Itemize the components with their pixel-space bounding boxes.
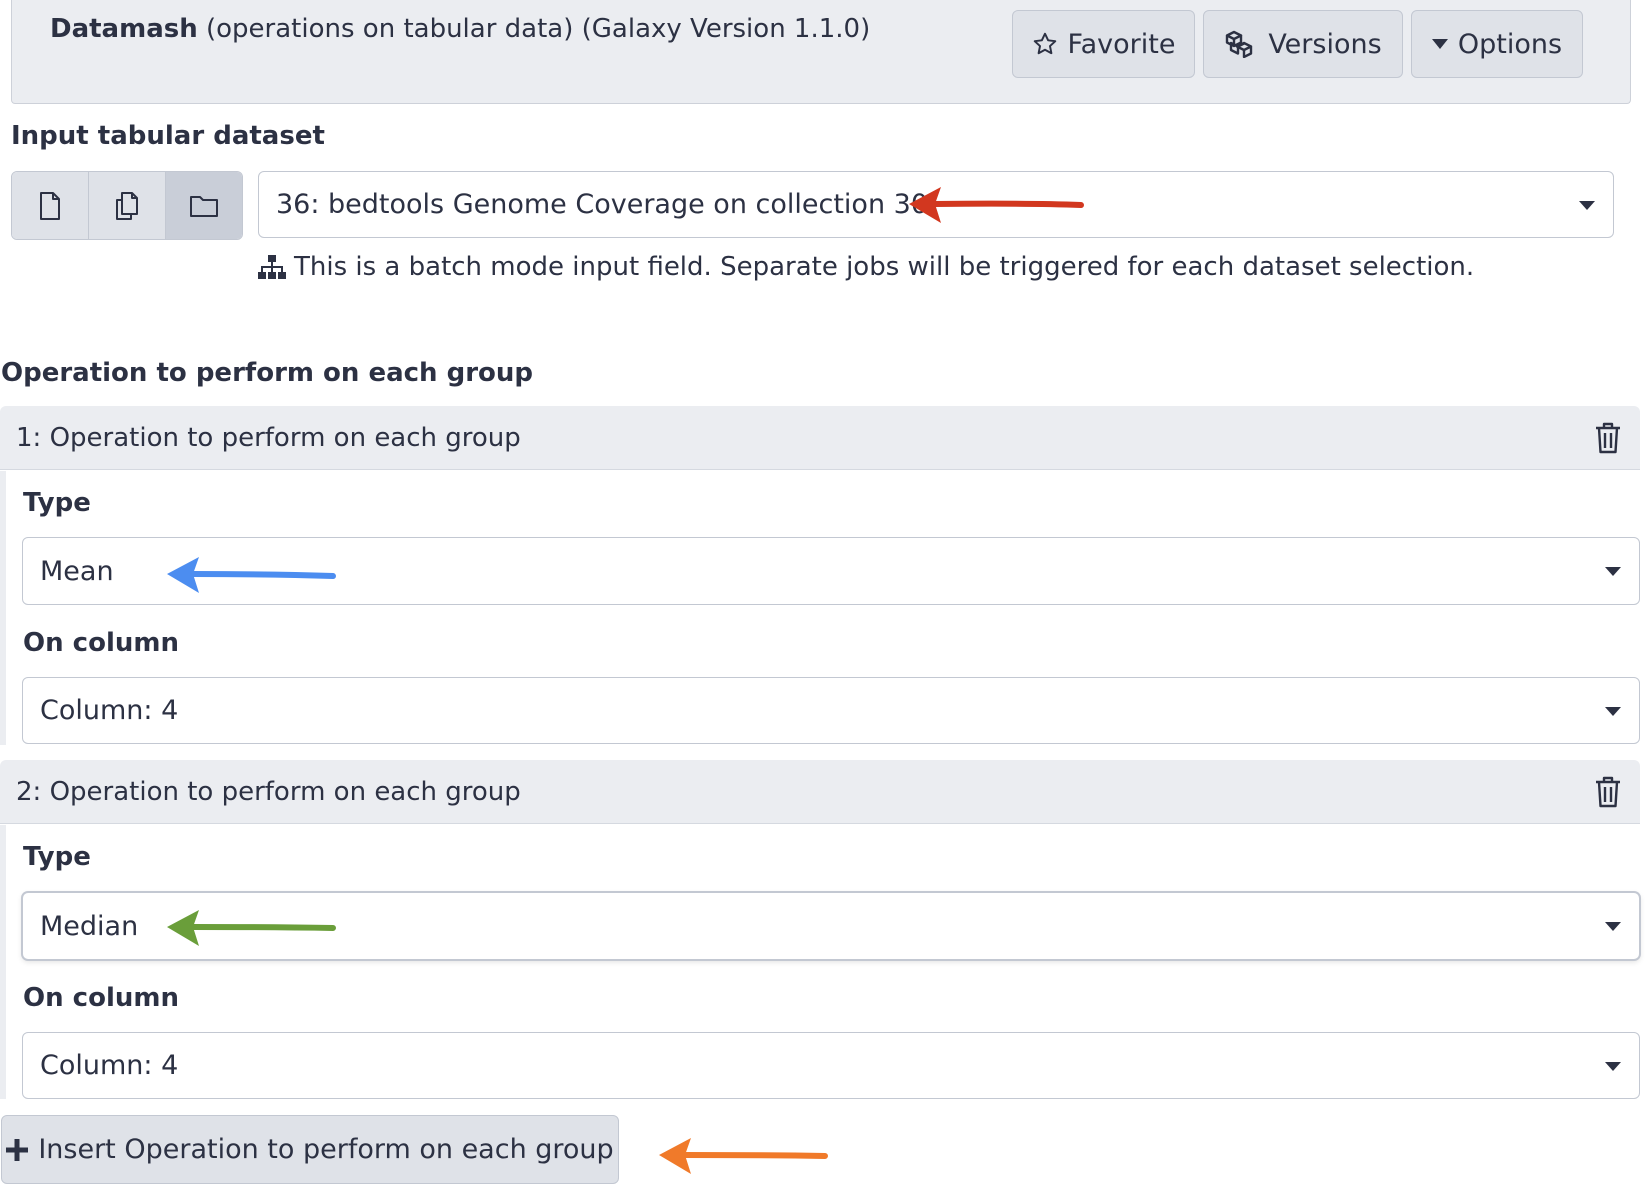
- tool-description: (operations on tabular data): [206, 14, 574, 44]
- caret-down-icon: [1605, 922, 1621, 931]
- operation-group-2-title: 2: Operation to perform on each group: [16, 776, 521, 807]
- insert-operation-label: Insert Operation to perform on each grou…: [38, 1134, 614, 1165]
- orange-annotation-arrow: [659, 1138, 828, 1174]
- favorite-label: Favorite: [1067, 28, 1176, 60]
- batch-mode-text: This is a batch mode input field. Separa…: [294, 252, 1475, 282]
- column-label-2: On column: [23, 983, 179, 1013]
- versions-button[interactable]: Versions: [1203, 10, 1403, 78]
- green-annotation-arrow: [167, 910, 336, 946]
- caret-down-icon: [1579, 200, 1595, 210]
- input-dataset-value: 36: bedtools Genome Coverage on collecti…: [276, 189, 928, 220]
- dataset-mode-toggle: [11, 171, 243, 240]
- star-icon: [1033, 32, 1056, 55]
- file-icon: [40, 191, 60, 220]
- options-label: Options: [1457, 28, 1563, 60]
- sitemap-icon: [258, 255, 286, 279]
- tool-title: Datamash (operations on tabular data) (G…: [50, 14, 870, 44]
- tool-name: Datamash: [50, 14, 198, 44]
- type-value-1: Mean: [40, 555, 114, 587]
- caret-down-icon: [1431, 39, 1448, 49]
- caret-down-icon: [1605, 1061, 1621, 1071]
- plus-icon: [6, 1138, 29, 1161]
- multiple-datasets-button[interactable]: [89, 172, 166, 239]
- operation-group-1-title: 1: Operation to perform on each group: [16, 422, 521, 453]
- column-select-1[interactable]: Column: 4: [22, 677, 1640, 744]
- caret-down-icon: [1605, 567, 1621, 576]
- operation-group-1-header: 1: Operation to perform on each group: [0, 406, 1640, 470]
- caret-down-icon: [1605, 706, 1621, 716]
- column-value-1: Column: 4: [40, 695, 179, 726]
- favorite-button[interactable]: Favorite: [1012, 10, 1195, 78]
- type-label-1: Type: [23, 488, 91, 518]
- batch-mode-note: This is a batch mode input field. Separa…: [258, 252, 1474, 282]
- input-dataset-label: Input tabular dataset: [11, 121, 325, 151]
- options-button[interactable]: Options: [1411, 10, 1583, 78]
- tool-version: (Galaxy Version 1.1.0): [581, 14, 871, 44]
- red-annotation-arrow: [909, 187, 1084, 223]
- trash-icon[interactable]: [1594, 776, 1622, 808]
- files-icon: [116, 191, 138, 220]
- column-select-2[interactable]: Column: 4: [22, 1032, 1640, 1099]
- trash-icon[interactable]: [1594, 422, 1622, 454]
- type-label-2: Type: [23, 842, 91, 872]
- insert-operation-button[interactable]: Insert Operation to perform on each grou…: [1, 1115, 619, 1184]
- folder-icon: [190, 195, 218, 217]
- operations-section-label: Operation to perform on each group: [1, 358, 534, 388]
- type-value-2: Median: [40, 910, 139, 942]
- single-dataset-button[interactable]: [12, 172, 89, 239]
- blue-annotation-arrow: [167, 557, 336, 593]
- cubes-icon: [1226, 30, 1253, 58]
- versions-label: Versions: [1268, 28, 1382, 60]
- column-label-1: On column: [23, 628, 179, 658]
- dataset-collection-button[interactable]: [166, 172, 242, 239]
- operation-group-2-header: 2: Operation to perform on each group: [0, 760, 1640, 824]
- column-value-2: Column: 4: [40, 1050, 179, 1081]
